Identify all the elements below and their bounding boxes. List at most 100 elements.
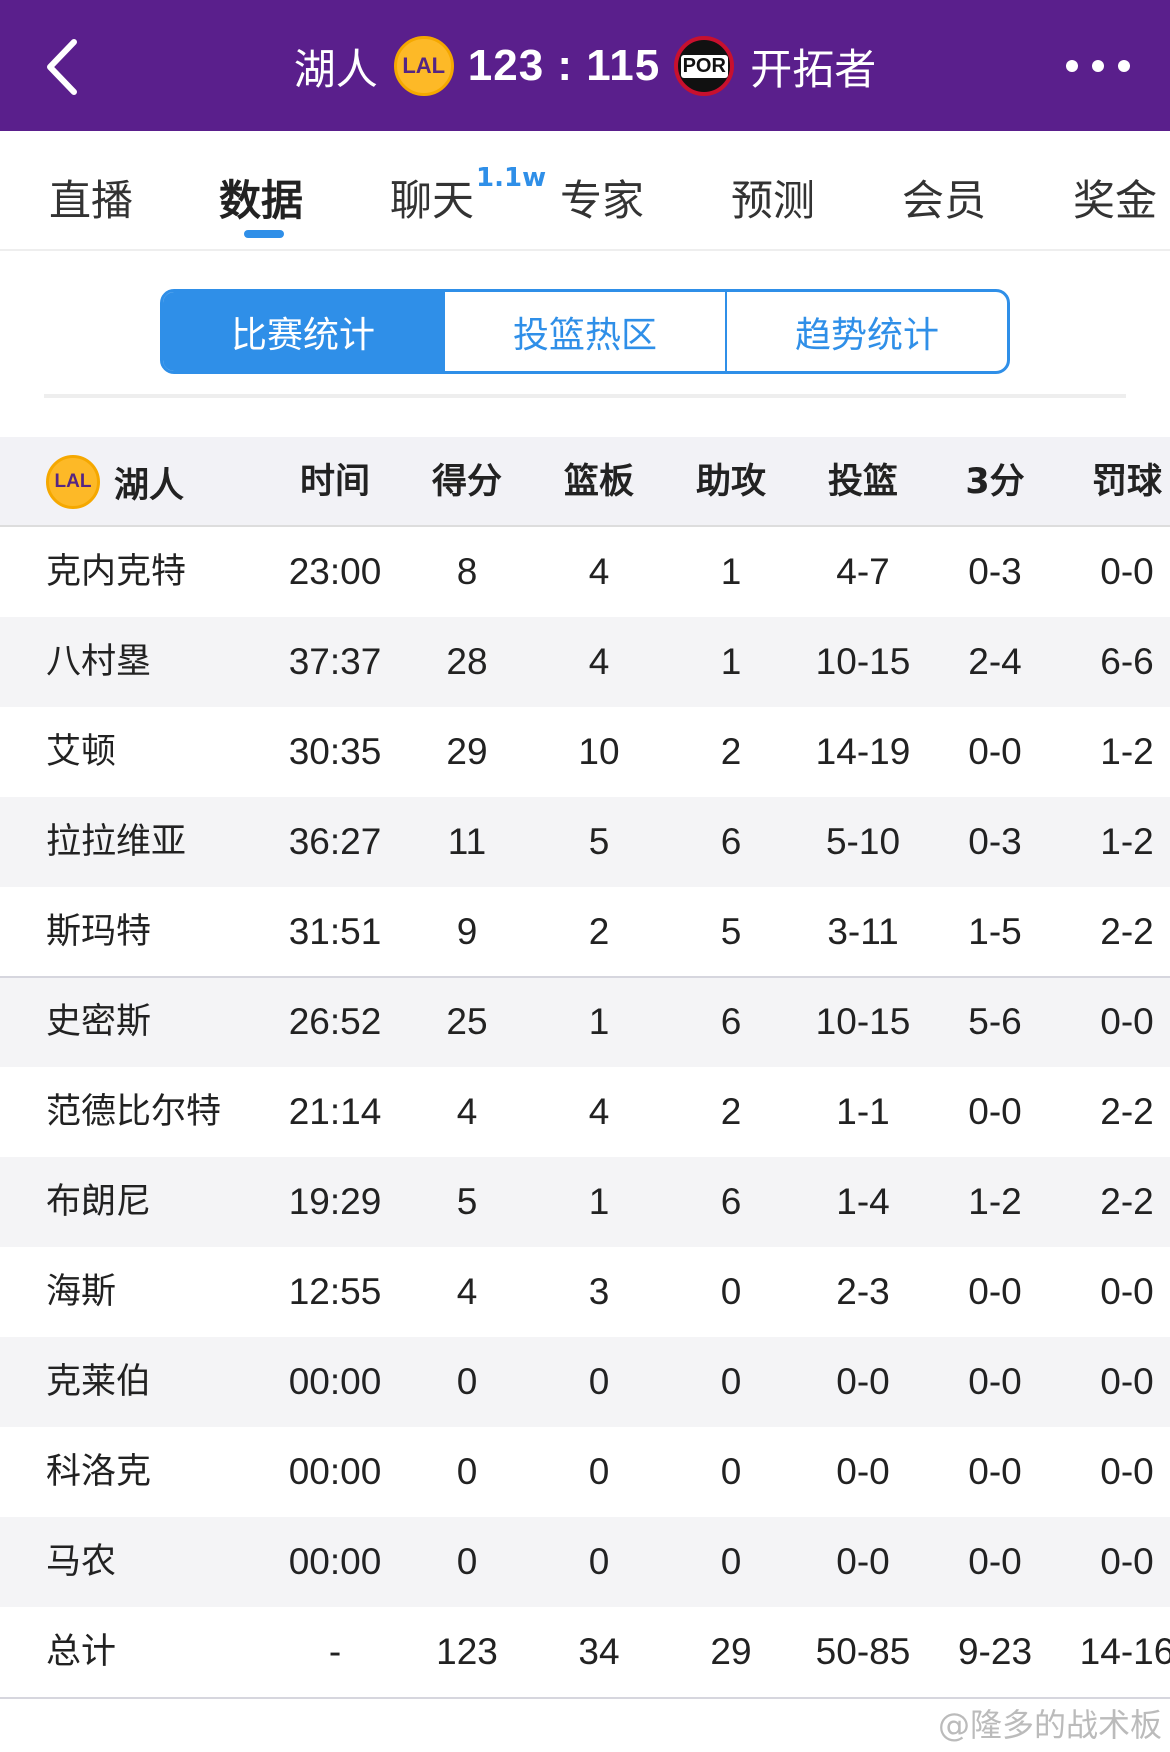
score: 123 : 115 bbox=[467, 41, 661, 90]
stat-assists: 6 bbox=[720, 1181, 742, 1222]
stat-time: 00:00 bbox=[288, 1541, 382, 1582]
stat-assists: 0 bbox=[720, 1541, 742, 1582]
table-row[interactable]: 马农 00:00 0 0 0 0-0 0-0 0-0 bbox=[0, 1517, 1170, 1607]
stat-points: 123 bbox=[436, 1631, 498, 1672]
table-row[interactable]: 艾顿 30:35 29 10 2 14-19 0-0 1-2 bbox=[0, 707, 1170, 797]
stat-three-pointers: 9-23 bbox=[957, 1631, 1033, 1672]
match-header: 湖人 LAL 123 : 115 POR 开拓者 bbox=[0, 0, 1170, 131]
stat-free-throws: 2-2 bbox=[1100, 911, 1154, 952]
stat-field-goals: 5-10 bbox=[825, 821, 901, 862]
player-name: 科洛克 bbox=[46, 1452, 152, 1492]
stat-points: 0 bbox=[456, 1451, 478, 1492]
table-row[interactable]: 八村塁 37:37 28 4 1 10-15 2-4 6-6 bbox=[0, 617, 1170, 707]
stat-free-throws: 1-2 bbox=[1100, 821, 1154, 862]
more-options-icon[interactable] bbox=[1066, 56, 1130, 76]
player-name: 克内克特 bbox=[46, 552, 187, 592]
stat-time: 26:52 bbox=[288, 1001, 382, 1042]
stat-assists: 29 bbox=[710, 1631, 752, 1672]
segment-trend-stats[interactable]: 趋势统计 bbox=[727, 292, 1007, 371]
stat-points: 0 bbox=[456, 1361, 478, 1402]
tab-chat[interactable]: 聊天1.1w bbox=[390, 163, 546, 228]
stat-points: 5 bbox=[456, 1181, 478, 1222]
stat-field-goals: 1-1 bbox=[836, 1091, 890, 1132]
table-team-name: 湖人 bbox=[114, 465, 185, 506]
active-tab-indicator bbox=[244, 230, 284, 238]
totals-label: 总计 bbox=[46, 1632, 117, 1672]
stat-time: 30:35 bbox=[288, 731, 382, 772]
stat-field-goals: 3-11 bbox=[827, 911, 899, 952]
stat-assists: 2 bbox=[720, 731, 742, 772]
stat-points: 28 bbox=[446, 641, 488, 682]
stat-rebounds: 0 bbox=[588, 1451, 610, 1492]
tab-predict[interactable]: 预测 bbox=[731, 167, 815, 228]
stat-rebounds: 1 bbox=[588, 1181, 610, 1222]
table-row[interactable]: 科洛克 00:00 0 0 0 0-0 0-0 0-0 bbox=[0, 1427, 1170, 1517]
home-team-name: 湖人 bbox=[293, 44, 378, 94]
table-row[interactable]: 范德比尔特 21:14 4 4 2 1-1 0-0 2-2 bbox=[0, 1067, 1170, 1157]
stat-assists: 6 bbox=[720, 1001, 742, 1042]
player-name: 拉拉维亚 bbox=[46, 822, 187, 862]
column-header-field-goals: 投篮 bbox=[827, 462, 899, 502]
stat-time: 23:00 bbox=[288, 551, 382, 592]
divider bbox=[44, 394, 1126, 398]
totals-row: 总计 - 123 34 29 50-85 9-23 14-16 bbox=[0, 1607, 1170, 1697]
table-row[interactable]: 布朗尼 19:29 5 1 6 1-4 1-2 2-2 bbox=[0, 1157, 1170, 1247]
stat-assists: 0 bbox=[720, 1361, 742, 1402]
player-name: 马农 bbox=[46, 1542, 117, 1582]
table-bottom-divider bbox=[0, 1697, 1170, 1699]
player-name: 斯玛特 bbox=[46, 912, 152, 952]
lakers-logo-icon: LAL bbox=[46, 455, 100, 509]
stat-time: 00:00 bbox=[288, 1451, 382, 1492]
player-name: 八村塁 bbox=[46, 642, 152, 682]
stats-segment-control: 比赛统计 投篮热区 趋势统计 bbox=[160, 289, 1010, 374]
table-row[interactable]: 拉拉维亚 36:27 11 5 6 5-10 0-3 1-2 bbox=[0, 797, 1170, 887]
watermark: @隆多的战术板 bbox=[937, 1706, 1162, 1744]
player-name: 海斯 bbox=[46, 1272, 117, 1312]
table-row[interactable]: 史密斯 26:52 25 1 6 10-15 5-6 0-0 bbox=[0, 977, 1170, 1067]
tab-member[interactable]: 会员 bbox=[902, 167, 986, 228]
stat-field-goals: 0-0 bbox=[836, 1541, 890, 1582]
stat-time: 12:55 bbox=[288, 1271, 382, 1312]
tab-data[interactable]: 数据 bbox=[219, 167, 303, 228]
stat-free-throws: 14-16 bbox=[1079, 1631, 1170, 1672]
stat-points: 25 bbox=[446, 1001, 488, 1042]
table-row[interactable]: 克莱伯 00:00 0 0 0 0-0 0-0 0-0 bbox=[0, 1337, 1170, 1427]
tab-live[interactable]: 直播 bbox=[49, 167, 133, 228]
stat-time: 31:51 bbox=[288, 911, 382, 952]
stat-free-throws: 0-0 bbox=[1100, 1361, 1154, 1402]
stat-rebounds: 4 bbox=[588, 641, 610, 682]
stat-free-throws: 0-0 bbox=[1100, 1451, 1154, 1492]
table-row[interactable]: 海斯 12:55 4 3 0 2-3 0-0 0-0 bbox=[0, 1247, 1170, 1337]
stat-assists: 1 bbox=[720, 551, 742, 592]
stat-rebounds: 1 bbox=[588, 1001, 610, 1042]
stat-points: 8 bbox=[456, 551, 478, 592]
tab-expert[interactable]: 专家 bbox=[560, 167, 644, 228]
stat-rebounds: 3 bbox=[588, 1271, 610, 1312]
player-name: 克莱伯 bbox=[46, 1362, 152, 1402]
stat-assists: 5 bbox=[720, 911, 742, 952]
stat-assists: 2 bbox=[720, 1091, 742, 1132]
stat-field-goals: 0-0 bbox=[836, 1451, 890, 1492]
segment-shot-zones[interactable]: 投篮热区 bbox=[445, 292, 727, 371]
table-row[interactable]: 斯玛特 31:51 9 2 5 3-11 1-5 2-2 bbox=[0, 887, 1170, 977]
stat-time: 19:29 bbox=[288, 1181, 382, 1222]
player-name: 艾顿 bbox=[46, 732, 117, 772]
stat-three-pointers: 0-0 bbox=[968, 1091, 1022, 1132]
column-header-points: 得分 bbox=[431, 462, 503, 502]
stat-rebounds: 2 bbox=[588, 911, 610, 952]
segment-game-stats[interactable]: 比赛统计 bbox=[163, 292, 445, 371]
stat-free-throws: 0-0 bbox=[1100, 1271, 1154, 1312]
stat-points: 29 bbox=[446, 731, 488, 772]
column-header-assists: 助攻 bbox=[695, 462, 767, 502]
stat-three-pointers: 0-0 bbox=[968, 1361, 1022, 1402]
stat-three-pointers: 2-4 bbox=[968, 641, 1022, 682]
tab-chat-label: 聊天 bbox=[390, 176, 475, 225]
stat-field-goals: 10-15 bbox=[815, 1001, 911, 1042]
player-name: 布朗尼 bbox=[46, 1182, 152, 1222]
tab-bonus[interactable]: 奖金 bbox=[1073, 167, 1157, 228]
table-row[interactable]: 克内克特 23:00 8 4 1 4-7 0-3 0-0 bbox=[0, 527, 1170, 617]
stat-field-goals: 14-19 bbox=[815, 731, 911, 772]
stat-three-pointers: 0-0 bbox=[968, 731, 1022, 772]
scoreline: 湖人 LAL 123 : 115 POR 开拓者 bbox=[0, 34, 1170, 98]
stat-free-throws: 2-2 bbox=[1100, 1181, 1154, 1222]
